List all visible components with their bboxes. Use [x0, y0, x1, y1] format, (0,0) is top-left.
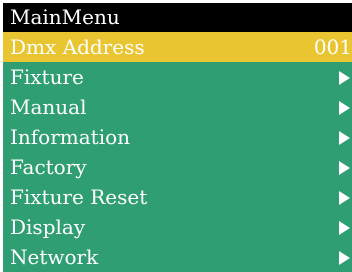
menu-item-network[interactable]: Network [3, 242, 352, 272]
submenu-arrow-icon [339, 191, 350, 205]
menu-item-fixture[interactable]: Fixture [3, 62, 352, 92]
menu-item-label: Factory [10, 155, 87, 179]
dmx-address-value: 001 [313, 35, 352, 59]
submenu-arrow-icon [339, 131, 350, 145]
menu-item-label: Fixture [10, 65, 84, 89]
menu-item-label: Dmx Address [10, 35, 145, 59]
menu-item-dmx-address[interactable]: Dmx Address 001 [3, 32, 352, 62]
menu-item-label: Information [10, 125, 131, 149]
submenu-arrow-icon [339, 101, 350, 115]
menu-item-information[interactable]: Information [3, 122, 352, 152]
menu-item-fixture-reset[interactable]: Fixture Reset [3, 182, 352, 212]
submenu-arrow-icon [339, 71, 350, 85]
menu-item-label: Fixture Reset [10, 185, 148, 209]
menu-item-label: Network [10, 245, 99, 269]
submenu-arrow-icon [339, 221, 350, 235]
submenu-arrow-icon [339, 251, 350, 265]
menu-item-label: Display [10, 215, 86, 239]
menu-title: MainMenu [3, 3, 352, 32]
menu-item-manual[interactable]: Manual [3, 92, 352, 122]
submenu-arrow-icon [339, 161, 350, 175]
menu-item-factory[interactable]: Factory [3, 152, 352, 182]
menu-item-label: Manual [10, 95, 87, 119]
menu-list: Dmx Address 001 Fixture Manual Informati… [3, 32, 352, 272]
main-menu-screen: MainMenu Dmx Address 001 Fixture Manual … [0, 0, 352, 272]
menu-item-display[interactable]: Display [3, 212, 352, 242]
